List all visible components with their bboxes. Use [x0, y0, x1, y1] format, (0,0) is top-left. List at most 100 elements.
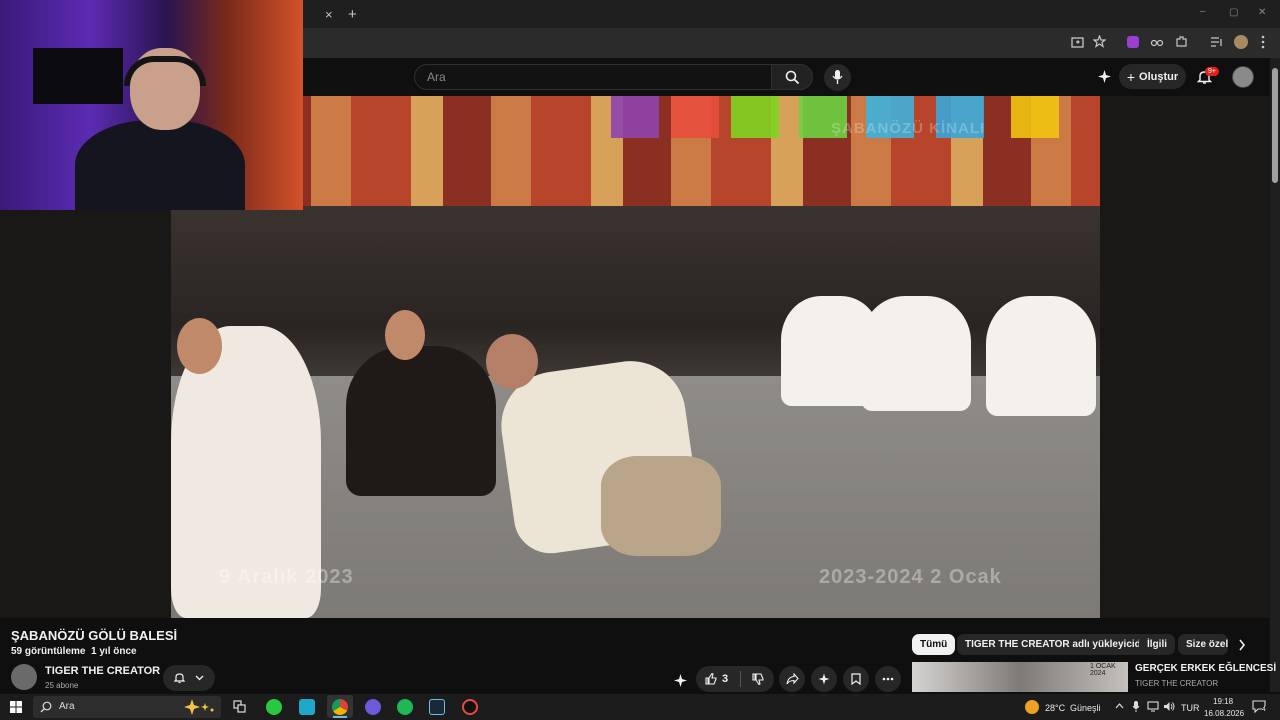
- chevron-down-icon: [195, 675, 204, 681]
- seated-man: [986, 296, 1096, 416]
- recommended-video-title[interactable]: GERÇEK ERKEK EĞLENCESİ: [1135, 663, 1276, 674]
- scrollbar-thumb[interactable]: [1272, 68, 1278, 183]
- search-button[interactable]: [771, 64, 813, 90]
- search-highlight-sparkle-icon: [184, 699, 214, 715]
- volume-icon[interactable]: [1163, 701, 1175, 712]
- chevron-right-icon[interactable]: [1238, 639, 1246, 651]
- tab-close-button[interactable]: ×: [325, 8, 333, 21]
- extension-icon[interactable]: [1127, 36, 1139, 48]
- more-horizontal-icon: [882, 677, 894, 681]
- head: [385, 310, 425, 360]
- clock-date[interactable]: 16.08.2026: [1204, 709, 1244, 718]
- chrome-icon[interactable]: [332, 699, 348, 715]
- incognito-extension-icon[interactable]: [1150, 36, 1164, 48]
- new-tab-button[interactable]: +: [348, 7, 357, 22]
- tray-overflow-chevron-icon[interactable]: [1115, 703, 1124, 709]
- obs-icon[interactable]: [462, 699, 478, 715]
- chip-from-uploader[interactable]: TIGER THE CREATOR adlı yükleyiciden: [957, 634, 1161, 655]
- window-minimize-button[interactable]: –: [1200, 7, 1206, 17]
- streamer-body: [75, 120, 245, 210]
- background-tv: [33, 48, 123, 104]
- video-title: ŞABANÖZÜ GÖLÜ BALESİ: [11, 628, 178, 643]
- bookmark-icon: [851, 673, 861, 685]
- window-maximize-button[interactable]: ▢: [1229, 8, 1238, 18]
- upload-age: 1 yıl önce: [91, 646, 137, 657]
- voice-search-button[interactable]: [824, 64, 851, 91]
- profile-avatar[interactable]: [1234, 35, 1248, 49]
- like-icon[interactable]: [705, 673, 717, 685]
- task-view-icon[interactable]: [233, 700, 246, 713]
- thumbnail-text: 1 OCAK 2024: [1090, 663, 1116, 677]
- channel-avatar[interactable]: [11, 664, 37, 690]
- dancer-head: [486, 334, 538, 389]
- install-app-icon[interactable]: [1071, 36, 1084, 49]
- more-actions-button[interactable]: [875, 666, 901, 692]
- create-button[interactable]: + Oluştur: [1119, 64, 1186, 89]
- recommended-video-thumbnail[interactable]: 1 OCAK 2024: [912, 662, 1128, 692]
- steam-icon[interactable]: [429, 699, 445, 715]
- video-meta: 59 görüntüleme 1 yıl önce: [11, 646, 137, 657]
- banner: [1011, 96, 1059, 138]
- subscriber-count: 25 abone: [45, 681, 79, 690]
- media-control-icon[interactable]: [1210, 36, 1223, 48]
- plus-icon: +: [1126, 68, 1136, 85]
- video-frame[interactable]: 9 Aralık 2023 2023-2024 2 Ocak ŞABANÖZÜ …: [171, 96, 1100, 618]
- weather-description[interactable]: Güneşli: [1070, 703, 1101, 713]
- dislike-icon[interactable]: [752, 673, 764, 685]
- weather-temperature[interactable]: 28°C: [1045, 703, 1065, 713]
- ai-sparkle-icon[interactable]: [1097, 69, 1112, 84]
- webcam-overlay: [0, 0, 303, 210]
- view-count: 59 görüntüleme: [11, 646, 86, 657]
- windows-start-icon[interactable]: [10, 701, 22, 713]
- keyboard-language[interactable]: TUR: [1181, 703, 1200, 713]
- browser-menu-icon[interactable]: [1260, 35, 1266, 49]
- discord-icon[interactable]: [365, 699, 381, 715]
- share-icon: [785, 673, 799, 685]
- notifications-badge: 9+: [1205, 67, 1219, 76]
- search-icon: [785, 70, 800, 85]
- banner: [731, 96, 779, 138]
- video-watermark-date-left: 9 Aralık 2023: [219, 566, 354, 588]
- app-icon-bird[interactable]: [299, 699, 315, 715]
- ask-ai-icon[interactable]: [673, 673, 688, 688]
- search-input[interactable]: Ara: [414, 64, 772, 90]
- like-dislike-group: 3: [696, 666, 774, 692]
- extensions-puzzle-icon[interactable]: [1175, 35, 1188, 48]
- banner: [611, 96, 659, 138]
- channel-name[interactable]: TIGER THE CREATOR: [45, 665, 160, 677]
- like-count: 3: [722, 673, 729, 685]
- chip-all[interactable]: Tümü: [912, 634, 956, 655]
- video-watermark-date-right: 2023-2024 2 Ocak: [819, 566, 1002, 588]
- save-button[interactable]: [843, 666, 869, 692]
- create-label: Oluştur: [1139, 70, 1179, 83]
- clock-time[interactable]: 19:18: [1213, 697, 1233, 706]
- microphone-icon: [832, 70, 843, 84]
- subscription-bell-button[interactable]: [163, 665, 215, 691]
- network-icon[interactable]: [1147, 701, 1159, 712]
- ai-summary-button[interactable]: [811, 666, 837, 692]
- app-icon-green[interactable]: [266, 699, 282, 715]
- bookmark-star-icon[interactable]: [1093, 35, 1106, 48]
- chip-related[interactable]: İlgili: [1139, 634, 1175, 655]
- account-avatar[interactable]: [1232, 66, 1254, 88]
- taskbar-search-label: Ara: [59, 701, 75, 712]
- headphones: [124, 56, 206, 86]
- video-watermark-top: ŞABANÖZÜ KİNALI: [831, 120, 986, 137]
- dancer-shorts: [601, 456, 721, 556]
- taskbar-search-icon: [40, 701, 52, 713]
- bell-icon: [174, 673, 185, 684]
- active-app-indicator: [333, 716, 347, 718]
- spotify-icon[interactable]: [397, 699, 413, 715]
- chip-for-you[interactable]: Size özel: [1178, 634, 1228, 655]
- sparkle-icon: [818, 673, 830, 685]
- recommended-video-channel: TIGER THE CREATOR: [1135, 679, 1219, 688]
- notification-count: 4: [1262, 706, 1266, 713]
- head: [177, 318, 222, 374]
- window-close-button[interactable]: ✕: [1258, 8, 1266, 18]
- tray-microphone-icon[interactable]: [1132, 700, 1140, 713]
- search-placeholder: Ara: [427, 70, 446, 84]
- like-divider: [740, 671, 742, 687]
- share-button[interactable]: [779, 666, 805, 692]
- seated-man: [346, 346, 496, 496]
- weather-sun-icon: [1025, 700, 1039, 714]
